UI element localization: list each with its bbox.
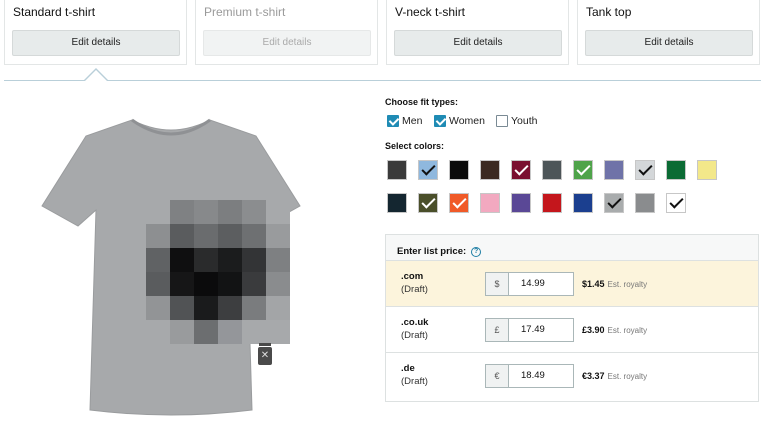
fit-types-label: Choose fit types: — [385, 97, 459, 107]
edit-details-button[interactable]: Edit details — [12, 30, 180, 56]
fit-option-label: Women — [449, 115, 485, 127]
price-input[interactable]: 14.99 — [508, 272, 574, 296]
currency-symbol: £ — [485, 318, 509, 342]
color-swatch[interactable] — [604, 193, 624, 213]
marketplace-name: .de — [401, 363, 415, 374]
color-swatch[interactable] — [635, 193, 655, 213]
listing-status: (Draft) — [401, 284, 428, 295]
listing-status: (Draft) — [401, 376, 428, 387]
product-title: Tank top — [586, 5, 632, 19]
color-swatch[interactable] — [480, 160, 500, 180]
product-card-vneck: V-neck t-shirt Edit details — [386, 0, 569, 65]
color-swatch[interactable] — [418, 160, 438, 180]
price-row-co-uk: .co.uk (Draft) £ 17.49 £3.90 Est. royalty — [386, 307, 758, 353]
product-title: V-neck t-shirt — [395, 5, 466, 19]
currency-symbol: € — [485, 364, 509, 388]
currency-symbol: $ — [485, 272, 509, 296]
royalty-estimate: £3.90 Est. royalty — [582, 325, 647, 335]
edit-details-button[interactable]: Edit details — [394, 30, 562, 56]
price-table: Enter list price: ? .com (Draft) $ 14.99… — [385, 234, 759, 402]
price-table-header: Enter list price: ? — [386, 235, 758, 261]
royalty-label: Est. royalty — [607, 326, 648, 335]
trash-icon[interactable]: ✕ — [258, 347, 272, 365]
royalty-value: €3.37 — [582, 371, 605, 381]
shirt-preview: ✕ — [40, 110, 302, 420]
color-swatch[interactable] — [666, 193, 686, 213]
color-swatch[interactable] — [542, 160, 562, 180]
color-swatch[interactable] — [697, 160, 717, 180]
price-row-com: .com (Draft) $ 14.99 $1.45 Est. royalty — [386, 261, 758, 307]
color-swatch[interactable] — [573, 193, 593, 213]
help-circle-icon[interactable]: ? — [471, 246, 482, 257]
checkbox-checked-icon[interactable] — [387, 115, 399, 127]
fit-option-label: Men — [402, 115, 423, 127]
listing-status: (Draft) — [401, 330, 428, 341]
product-title: Premium t-shirt — [204, 5, 286, 19]
color-swatch[interactable] — [666, 160, 686, 180]
color-swatch[interactable] — [449, 193, 469, 213]
list-price-label: Enter list price: — [397, 246, 467, 257]
product-title: Standard t-shirt — [13, 5, 96, 19]
color-swatch[interactable] — [480, 193, 500, 213]
color-swatch[interactable] — [511, 193, 531, 213]
fit-option-youth[interactable]: Youth — [496, 115, 537, 127]
color-swatch[interactable] — [635, 160, 655, 180]
color-swatch[interactable] — [449, 160, 469, 180]
checkbox-unchecked-icon[interactable] — [496, 115, 508, 127]
colors-label: Select colors: — [385, 141, 445, 151]
color-swatch[interactable] — [604, 160, 624, 180]
royalty-value: $1.45 — [582, 279, 605, 289]
color-swatch[interactable] — [573, 160, 593, 180]
price-input[interactable]: 18.49 — [508, 364, 574, 388]
fit-option-label: Youth — [511, 115, 538, 127]
design-artwork-pixelated — [146, 200, 290, 344]
royalty-label: Est. royalty — [607, 372, 648, 381]
section-divider — [4, 80, 761, 81]
color-swatch[interactable] — [418, 193, 438, 213]
selected-card-caret-fill — [85, 70, 107, 81]
royalty-estimate: €3.37 Est. royalty — [582, 371, 647, 381]
product-card-standard: Standard t-shirt Edit details — [4, 0, 187, 65]
product-card-premium: Premium t-shirt Edit details — [195, 0, 378, 65]
fit-option-women[interactable]: Women — [434, 115, 485, 127]
marketplace-name: .com — [401, 271, 424, 282]
royalty-value: £3.90 — [582, 325, 605, 335]
color-swatch[interactable] — [511, 160, 531, 180]
product-card-tank-top: Tank top Edit details — [577, 0, 760, 65]
color-swatch[interactable] — [542, 193, 562, 213]
edit-details-button[interactable]: Edit details — [585, 30, 753, 56]
color-swatch[interactable] — [387, 160, 407, 180]
royalty-estimate: $1.45 Est. royalty — [582, 279, 647, 289]
royalty-label: Est. royalty — [607, 280, 648, 289]
marketplace-name: .co.uk — [401, 317, 429, 328]
price-input[interactable]: 17.49 — [508, 318, 574, 342]
fit-option-men[interactable]: Men — [387, 115, 422, 127]
trash-lid — [259, 343, 271, 346]
price-row-de: .de (Draft) € 18.49 €3.37 Est. royalty — [386, 353, 758, 399]
color-swatch[interactable] — [387, 193, 407, 213]
checkbox-checked-icon[interactable] — [434, 115, 446, 127]
edit-details-button: Edit details — [203, 30, 371, 56]
